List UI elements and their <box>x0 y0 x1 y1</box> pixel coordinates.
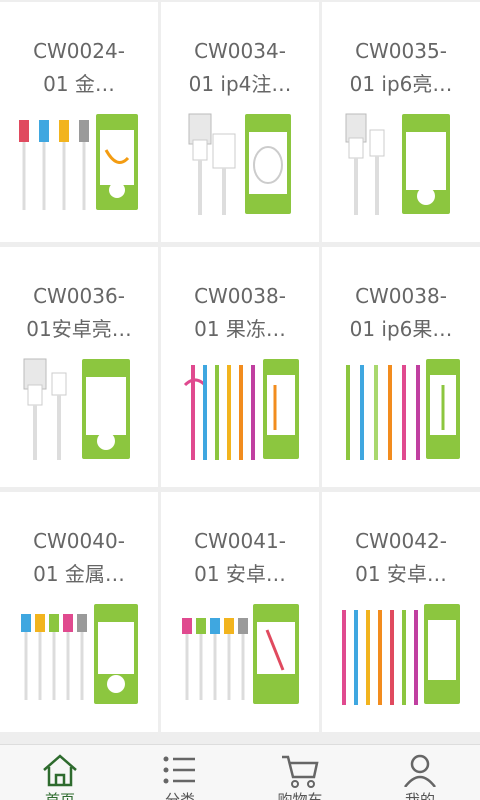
product-image[interactable] <box>175 110 305 222</box>
product-grid: CW0024- 01 金… CW0034- 01 ip4注… CW0035- 0… <box>0 0 480 732</box>
product-card[interactable]: CW0040- 01 金属… <box>0 492 158 732</box>
tab-category[interactable]: 分类 <box>120 745 240 800</box>
product-title[interactable]: CW0042- 01 安卓… <box>330 525 472 591</box>
product-title[interactable]: CW0035- 01 ip6亮… <box>330 35 472 101</box>
product-card[interactable]: CW0042- 01 安卓… <box>322 492 480 732</box>
product-image[interactable] <box>14 110 144 222</box>
product-card[interactable]: CW0036- 01安卓亮… <box>0 247 158 487</box>
tab-mine[interactable]: 我的 <box>360 745 480 800</box>
tab-label: 我的 <box>404 791 435 800</box>
product-card[interactable]: CW0038- 01 ip6果… <box>322 247 480 487</box>
product-image[interactable] <box>14 355 144 467</box>
list-icon <box>163 756 195 784</box>
product-title[interactable]: CW0034- 01 ip4注… <box>169 35 311 101</box>
product-title[interactable]: CW0040- 01 金属… <box>8 525 150 591</box>
product-title[interactable]: CW0024- 01 金… <box>8 35 150 101</box>
product-image[interactable] <box>175 355 305 467</box>
product-card[interactable]: CW0038- 01 果冻… <box>161 247 319 487</box>
cart-icon <box>282 755 319 788</box>
product-image[interactable] <box>14 600 144 712</box>
product-title[interactable]: CW0036- 01安卓亮… <box>8 280 150 346</box>
product-image[interactable] <box>336 355 466 467</box>
product-image[interactable] <box>336 110 466 222</box>
product-title[interactable]: CW0038- 01 ip6果… <box>330 280 472 346</box>
product-image[interactable] <box>336 600 466 712</box>
tab-label: 购物车 <box>277 791 323 800</box>
product-card[interactable]: CW0041- 01 安卓… <box>161 492 319 732</box>
user-icon <box>404 754 436 787</box>
product-card[interactable]: CW0024- 01 金… <box>0 2 158 242</box>
product-card[interactable]: CW0035- 01 ip6亮… <box>322 2 480 242</box>
tab-cart[interactable]: 购物车 <box>240 745 360 800</box>
product-title[interactable]: CW0041- 01 安卓… <box>169 525 311 591</box>
bottom-tab-bar: 首页 分类 购物车 我的 <box>0 744 480 800</box>
tab-label: 分类 <box>164 791 195 800</box>
tab-home[interactable]: 首页 <box>0 745 120 800</box>
product-image[interactable] <box>175 600 305 712</box>
product-card[interactable]: CW0034- 01 ip4注… <box>161 2 319 242</box>
product-title[interactable]: CW0038- 01 果冻… <box>169 280 311 346</box>
home-icon <box>43 754 77 787</box>
tab-label: 首页 <box>44 791 75 800</box>
